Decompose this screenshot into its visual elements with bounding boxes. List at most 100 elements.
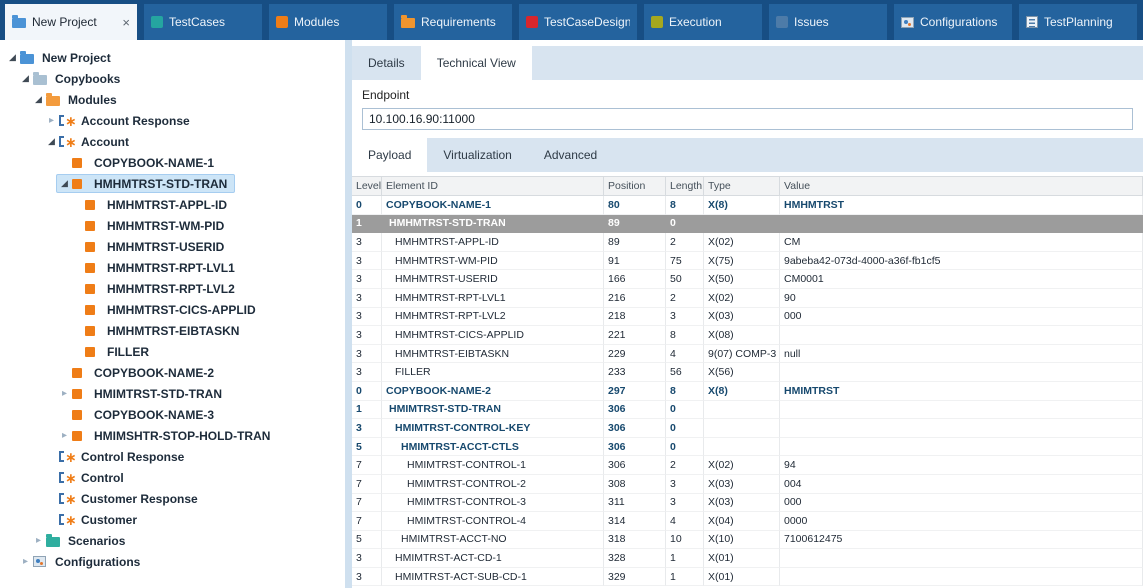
grid-row-hmimtrst-act-sub-cd-1[interactable]: 3HMIMTRST-ACT-SUB-CD-13291X(01) (352, 568, 1143, 587)
expand-arrow-icon[interactable]: ▸ (44, 115, 59, 126)
grid-row-hmimtrst-control-4[interactable]: 7HMIMTRST-CONTROL-43144X(04)0000 (352, 512, 1143, 531)
modules-icon (276, 16, 288, 28)
tab-details[interactable]: Details (352, 46, 421, 80)
column-header-type[interactable]: Type (704, 177, 780, 195)
tab-configurations[interactable]: Configurations (894, 4, 1012, 40)
column-header-position[interactable]: Position (604, 177, 666, 195)
tree-item-copybook-name-3[interactable]: COPYBOOK-NAME-3 (0, 404, 345, 425)
type-cell: X(75) (704, 252, 780, 271)
collapse-arrow-icon[interactable]: ◢ (5, 52, 20, 63)
tab-close-icon[interactable]: × (122, 16, 130, 29)
collapse-arrow-icon[interactable]: ◢ (57, 178, 72, 189)
position-cell: 89 (604, 233, 666, 252)
tree-item-hmhmtrst-userid[interactable]: HMHMTRST-USERID (0, 236, 345, 257)
length-cell: 2 (666, 456, 704, 475)
tree-item-copybooks[interactable]: ◢ Copybooks (0, 68, 345, 89)
tree-item-modules[interactable]: ◢Modules (0, 89, 345, 110)
tree-item-configurations[interactable]: ▸Configurations (0, 551, 345, 572)
expand-arrow-icon[interactable]: ▸ (31, 535, 46, 546)
grid-row-copybook-name-2[interactable]: 0COPYBOOK-NAME-22978X(8)HMIMTRST (352, 382, 1143, 401)
tree-item-hmhmtrst-wm-pid[interactable]: HMHMTRST-WM-PID (0, 215, 345, 236)
tab-modules[interactable]: Modules (269, 4, 387, 40)
tab-technical-view[interactable]: Technical View (421, 46, 532, 80)
column-header-length[interactable]: Length (666, 177, 704, 195)
tree-item-control[interactable]: ∗Control (0, 467, 345, 488)
tree-item-copybook-name-2[interactable]: COPYBOOK-NAME-2 (0, 362, 345, 383)
grid-row-hmhmtrst-rpt-lvl1[interactable]: 3HMHMTRST-RPT-LVL12162X(02)90 (352, 289, 1143, 308)
column-header-level[interactable]: Level (352, 177, 382, 195)
tree-item-hmhmtrst-rpt-lvl2[interactable]: HMHMTRST-RPT-LVL2 (0, 278, 345, 299)
tree-item-label: HMHMTRST-RPT-LVL1 (107, 261, 235, 275)
tab-virtualization[interactable]: Virtualization (427, 138, 527, 172)
tree-node: ∗Control Response (43, 447, 192, 466)
copybook-icon: ∗ (59, 493, 77, 504)
tree-icon-wrap (85, 263, 104, 273)
grid-row-hmhmtrst-userid[interactable]: 3HMHMTRST-USERID16650X(50)CM0001 (352, 270, 1143, 289)
tree-item-new-project[interactable]: ◢New Project (0, 47, 345, 68)
column-header-element-id[interactable]: Element ID (382, 177, 604, 195)
grid-row-hmimtrst-acct-no[interactable]: 5HMIMTRST-ACCT-NO31810X(10)7100612475 (352, 531, 1143, 550)
collapse-arrow-icon[interactable]: ◢ (31, 94, 46, 105)
tab-execution[interactable]: Execution (644, 4, 762, 40)
grid-row-hmhmtrst-rpt-lvl2[interactable]: 3HMHMTRST-RPT-LVL22183X(03)000 (352, 308, 1143, 327)
tree-item-hmimshtr-stop-hold-tran[interactable]: ▸ HMIMSHTR-STOP-HOLD-TRAN (0, 425, 345, 446)
tab-testplanning[interactable]: TestPlanning (1019, 4, 1137, 40)
grid-row-hmhmtrst-wm-pid[interactable]: 3HMHMTRST-WM-PID9175X(75)9abeba42-073d-4… (352, 252, 1143, 271)
grid-row-hmhmtrst-appl-id[interactable]: 3HMHMTRST-APPL-ID892X(02)CM (352, 233, 1143, 252)
view-tab-strip: DetailsTechnical View (352, 46, 1143, 80)
expand-arrow-icon[interactable]: ▸ (57, 430, 72, 441)
tree-icon-wrap (46, 535, 65, 547)
copybook-bracket (59, 451, 64, 462)
grid-row-hmimtrst-std-tran[interactable]: 1HMIMTRST-STD-TRAN3060 (352, 401, 1143, 420)
tab-issues[interactable]: Issues (769, 4, 887, 40)
grid-row-hmhmtrst-cics-applid[interactable]: 3HMHMTRST-CICS-APPLID2218X(08) (352, 326, 1143, 345)
pane-splitter[interactable] (345, 40, 352, 588)
tree-item-account[interactable]: ◢∗Account (0, 131, 345, 152)
grid-row-filler[interactable]: 3FILLER23356X(56) (352, 363, 1143, 382)
tree-item-copybook-name-1[interactable]: COPYBOOK-NAME-1 (0, 152, 345, 173)
tree-item-hmhmtrst-appl-id[interactable]: HMHMTRST-APPL-ID (0, 194, 345, 215)
tree-item-hmhmtrst-rpt-lvl1[interactable]: HMHMTRST-RPT-LVL1 (0, 257, 345, 278)
tab-requirements[interactable]: Requirements (394, 4, 512, 40)
grid-row-hmhmtrst-std-tran[interactable]: 1HMHMTRST-STD-TRAN890 (352, 215, 1143, 234)
collapse-arrow-icon[interactable]: ◢ (44, 136, 59, 147)
tab-advanced[interactable]: Advanced (528, 138, 613, 172)
column-header-value[interactable]: Value (780, 177, 1143, 195)
tree-item-filler[interactable]: FILLER (0, 341, 345, 362)
tree-item-label: Copybooks (55, 72, 120, 86)
grid-row-hmimtrst-acct-ctls[interactable]: 5HMIMTRST-ACCT-CTLS3060 (352, 438, 1143, 457)
tree-item-hmhmtrst-std-tran[interactable]: ◢HMHMTRST-STD-TRAN (0, 173, 345, 194)
tree-item-account-response[interactable]: ▸∗Account Response (0, 110, 345, 131)
tree-item-control-response[interactable]: ∗Control Response (0, 446, 345, 467)
collapse-arrow-icon[interactable]: ◢ (18, 73, 33, 84)
tree-item-hmimtrst-std-tran[interactable]: ▸HMIMTRST-STD-TRAN (0, 383, 345, 404)
endpoint-input[interactable] (362, 108, 1133, 130)
tab-payload[interactable]: Payload (352, 138, 427, 172)
length-cell: 8 (666, 196, 704, 215)
grid-row-hmimtrst-control-3[interactable]: 7HMIMTRST-CONTROL-33113X(03)000 (352, 494, 1143, 513)
tab-testcasedesign[interactable]: TestCaseDesign (519, 4, 637, 40)
grid-row-hmimtrst-control-key[interactable]: 3HMIMTRST-CONTROL-KEY3060 (352, 419, 1143, 438)
level-cell: 3 (352, 270, 382, 289)
tree-icon-wrap (72, 389, 91, 399)
tree-item-label: HMIMSHTR-STOP-HOLD-TRAN (94, 429, 270, 443)
tab-testcases[interactable]: TestCases (144, 4, 262, 40)
expand-arrow-icon[interactable]: ▸ (57, 388, 72, 399)
grid-row-hmimtrst-control-2[interactable]: 7HMIMTRST-CONTROL-23083X(03)004 (352, 475, 1143, 494)
field-icon (85, 242, 95, 252)
expand-arrow-icon[interactable]: ▸ (18, 556, 33, 567)
tree-item-scenarios[interactable]: ▸Scenarios (0, 530, 345, 551)
grid-row-hmimtrst-control-1[interactable]: 7HMIMTRST-CONTROL-13062X(02)94 (352, 456, 1143, 475)
grid-row-copybook-name-1[interactable]: 0COPYBOOK-NAME-1808X(8)HMHMTRST (352, 196, 1143, 215)
grid-row-hmimtrst-act-cd-1[interactable]: 3HMIMTRST-ACT-CD-13281X(01) (352, 549, 1143, 568)
field-icon (85, 347, 95, 357)
tree-item-hmhmtrst-cics-applid[interactable]: HMHMTRST-CICS-APPLID (0, 299, 345, 320)
tree-item-customer[interactable]: ∗Customer (0, 509, 345, 530)
tab-new-project[interactable]: New Project× (5, 4, 137, 40)
grid-row-hmhmtrst-eibtaskn[interactable]: 3HMHMTRST-EIBTASKN22949(07) COMP-3null (352, 345, 1143, 364)
value-cell (780, 549, 1143, 568)
tree-item-hmhmtrst-eibtaskn[interactable]: HMHMTRST-EIBTASKN (0, 320, 345, 341)
tree-item-customer-response[interactable]: ∗Customer Response (0, 488, 345, 509)
tab-label: TestPlanning (1044, 15, 1113, 29)
level-cell: 7 (352, 512, 382, 531)
